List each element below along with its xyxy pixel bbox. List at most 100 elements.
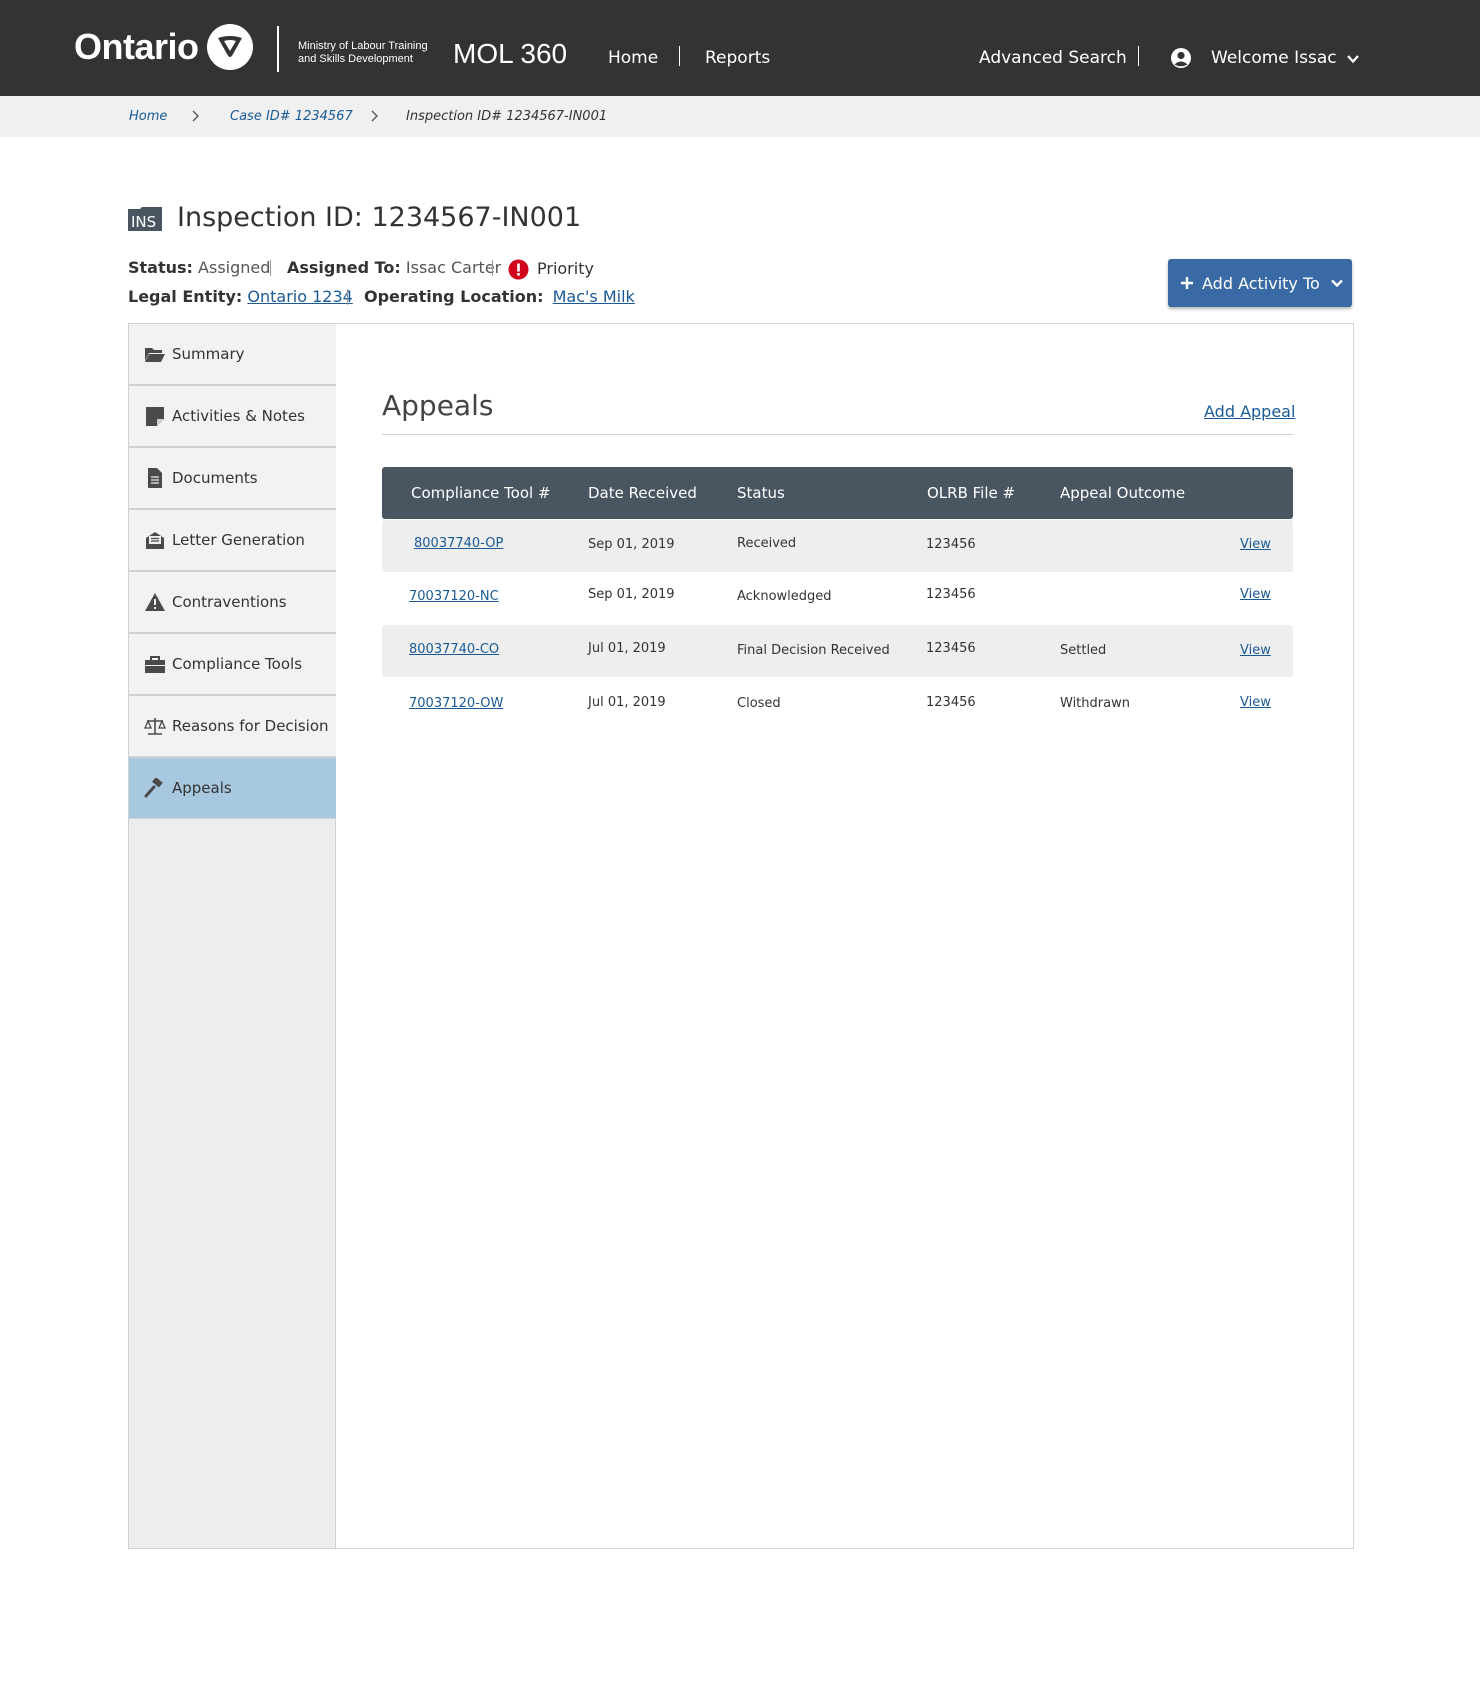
advanced-search-link[interactable]: Advanced Search bbox=[979, 48, 1127, 68]
chevron-down-icon bbox=[1330, 279, 1343, 288]
section-title: Appeals bbox=[382, 389, 494, 422]
add-activity-label: Add Activity To bbox=[1202, 273, 1320, 293]
status-cell: Acknowledged bbox=[737, 589, 832, 604]
chevron-right-icon bbox=[371, 110, 378, 122]
user-avatar-icon[interactable] bbox=[1170, 47, 1192, 69]
column-header-status[interactable]: Status bbox=[737, 484, 785, 502]
assigned-to-value: Issac Carter bbox=[405, 258, 502, 277]
operating-location-label: Operating Location: bbox=[364, 287, 544, 306]
sidebar-item-label: Compliance Tools bbox=[172, 655, 303, 673]
priority-label: Priority bbox=[537, 259, 594, 278]
sidebar-item-reasons-for-decision[interactable]: Reasons for Decision bbox=[129, 695, 336, 757]
sidebar-item-summary[interactable]: Summary bbox=[129, 323, 336, 385]
sidebar-nav: Summary Activities & Notes Documents Let… bbox=[128, 323, 336, 1549]
plus-icon bbox=[1181, 277, 1193, 289]
breadcrumb-home-link[interactable]: Home bbox=[129, 109, 167, 124]
table-row: 70037120-NC Sep 01, 2019 Acknowledged 12… bbox=[382, 572, 1293, 624]
chevron-down-icon[interactable] bbox=[1346, 52, 1360, 66]
top-navigation-bar: Ontario Ministry of Labour Training and … bbox=[0, 0, 1480, 96]
sidebar-item-label: Documents bbox=[172, 469, 258, 487]
sidebar-item-appeals[interactable]: Appeals bbox=[129, 757, 336, 819]
table-header: Compliance Tool # Date Received Status O… bbox=[382, 467, 1293, 519]
sidebar-item-contraventions[interactable]: Contraventions bbox=[129, 571, 336, 633]
date-received-cell: Jul 01, 2019 bbox=[588, 641, 666, 656]
folder-open-icon bbox=[145, 348, 165, 362]
compliance-tool-link[interactable]: 80037740-OP bbox=[414, 536, 503, 551]
meta-separator bbox=[347, 289, 348, 305]
logo-divider bbox=[277, 26, 279, 72]
priority-alert-icon bbox=[508, 259, 529, 280]
inspection-badge-text: INS bbox=[131, 213, 156, 231]
add-activity-button[interactable]: Add Activity To bbox=[1168, 259, 1352, 307]
table-row: 80037740-CO Jul 01, 2019 Final Decision … bbox=[382, 625, 1293, 677]
nav-reports-link[interactable]: Reports bbox=[705, 48, 770, 68]
column-header-appeal-outcome[interactable]: Appeal Outcome bbox=[1060, 484, 1185, 502]
sidebar-item-label: Contraventions bbox=[172, 593, 287, 611]
envelope-open-icon bbox=[146, 532, 164, 549]
assigned-to-field: Assigned To: Issac Carter bbox=[287, 258, 501, 277]
view-link[interactable]: View bbox=[1240, 695, 1271, 710]
gavel-icon bbox=[144, 778, 163, 798]
operating-location-link[interactable]: Mac's Milk bbox=[553, 287, 635, 306]
warning-icon bbox=[145, 593, 165, 611]
view-link[interactable]: View bbox=[1240, 587, 1271, 602]
olrb-file-cell: 123456 bbox=[926, 537, 976, 552]
chevron-right-icon bbox=[192, 110, 199, 122]
app-name: MOL 360 bbox=[453, 38, 568, 69]
ministry-line-2: and Skills Development bbox=[298, 53, 413, 65]
sidebar-item-label: Activities & Notes bbox=[172, 407, 305, 425]
legal-entity-label: Legal Entity: bbox=[128, 287, 243, 306]
table-row: 70037120-OW Jul 01, 2019 Closed 123456 W… bbox=[382, 678, 1293, 730]
sidebar-item-documents[interactable]: Documents bbox=[129, 447, 336, 509]
date-received-cell: Sep 01, 2019 bbox=[588, 587, 675, 602]
document-icon bbox=[148, 468, 162, 488]
sidebar-item-label: Reasons for Decision bbox=[172, 717, 329, 735]
inspection-badge-icon: INS bbox=[128, 207, 162, 231]
meta-separator bbox=[270, 260, 271, 276]
logo-wordmark: Ontario bbox=[74, 26, 199, 67]
meta-separator bbox=[492, 260, 493, 276]
ontario-logo[interactable]: Ontario bbox=[74, 24, 253, 70]
ministry-name: Ministry of Labour Training and Skills D… bbox=[298, 40, 428, 66]
sidebar-item-label: Summary bbox=[172, 345, 245, 363]
sidebar-item-activities-notes[interactable]: Activities & Notes bbox=[129, 385, 336, 447]
date-received-cell: Sep 01, 2019 bbox=[588, 537, 675, 552]
compliance-tool-link[interactable]: 70037120-NC bbox=[409, 589, 499, 604]
status-cell: Final Decision Received bbox=[737, 643, 890, 658]
nav-home-link[interactable]: Home bbox=[608, 48, 658, 68]
status-cell: Received bbox=[737, 536, 797, 551]
assigned-to-label: Assigned To: bbox=[287, 258, 401, 277]
add-appeal-link[interactable]: Add Appeal bbox=[1204, 402, 1295, 421]
sidebar-item-letter-generation[interactable]: Letter Generation bbox=[129, 509, 336, 571]
ministry-line-1: Ministry of Labour Training bbox=[298, 40, 428, 52]
trillium-icon bbox=[206, 24, 253, 70]
user-menu-welcome[interactable]: Welcome Issac bbox=[1211, 48, 1337, 68]
page-title: Inspection ID: 1234567-IN001 bbox=[177, 202, 582, 233]
status-cell: Closed bbox=[737, 696, 781, 711]
column-header-compliance-tool[interactable]: Compliance Tool # bbox=[411, 484, 551, 502]
toolbox-icon bbox=[145, 656, 165, 673]
olrb-file-cell: 123456 bbox=[926, 587, 976, 602]
breadcrumb-case-link[interactable]: Case ID# 1234567 bbox=[230, 109, 353, 124]
status-label: Status: bbox=[128, 258, 193, 277]
compliance-tool-link[interactable]: 80037740-CO bbox=[409, 642, 499, 657]
legal-entity-link[interactable]: Ontario 1234 bbox=[247, 287, 352, 306]
legal-entity-field: Legal Entity: Ontario 1234 bbox=[128, 287, 353, 306]
view-link[interactable]: View bbox=[1240, 537, 1271, 552]
column-header-olrb-file[interactable]: OLRB File # bbox=[927, 484, 1015, 502]
operating-location-field: Operating Location: Mac's Milk bbox=[364, 287, 635, 306]
table-row: 80037740-OP Sep 01, 2019 Received 123456… bbox=[382, 520, 1293, 572]
column-header-date-received[interactable]: Date Received bbox=[588, 484, 697, 502]
nav-separator bbox=[1138, 46, 1139, 66]
sidebar-item-label: Appeals bbox=[172, 779, 232, 797]
olrb-file-cell: 123456 bbox=[926, 641, 976, 656]
status-field: Status: Assigned bbox=[128, 258, 270, 277]
sidebar-item-compliance-tools[interactable]: Compliance Tools bbox=[129, 633, 336, 695]
balance-scale-icon bbox=[144, 718, 166, 735]
breadcrumb-current: Inspection ID# 1234567-IN001 bbox=[406, 109, 608, 124]
appeal-outcome-cell: Withdrawn bbox=[1060, 696, 1130, 711]
date-received-cell: Jul 01, 2019 bbox=[588, 695, 666, 710]
view-link[interactable]: View bbox=[1240, 643, 1271, 658]
compliance-tool-link[interactable]: 70037120-OW bbox=[409, 696, 503, 711]
sticky-note-icon bbox=[146, 407, 164, 426]
